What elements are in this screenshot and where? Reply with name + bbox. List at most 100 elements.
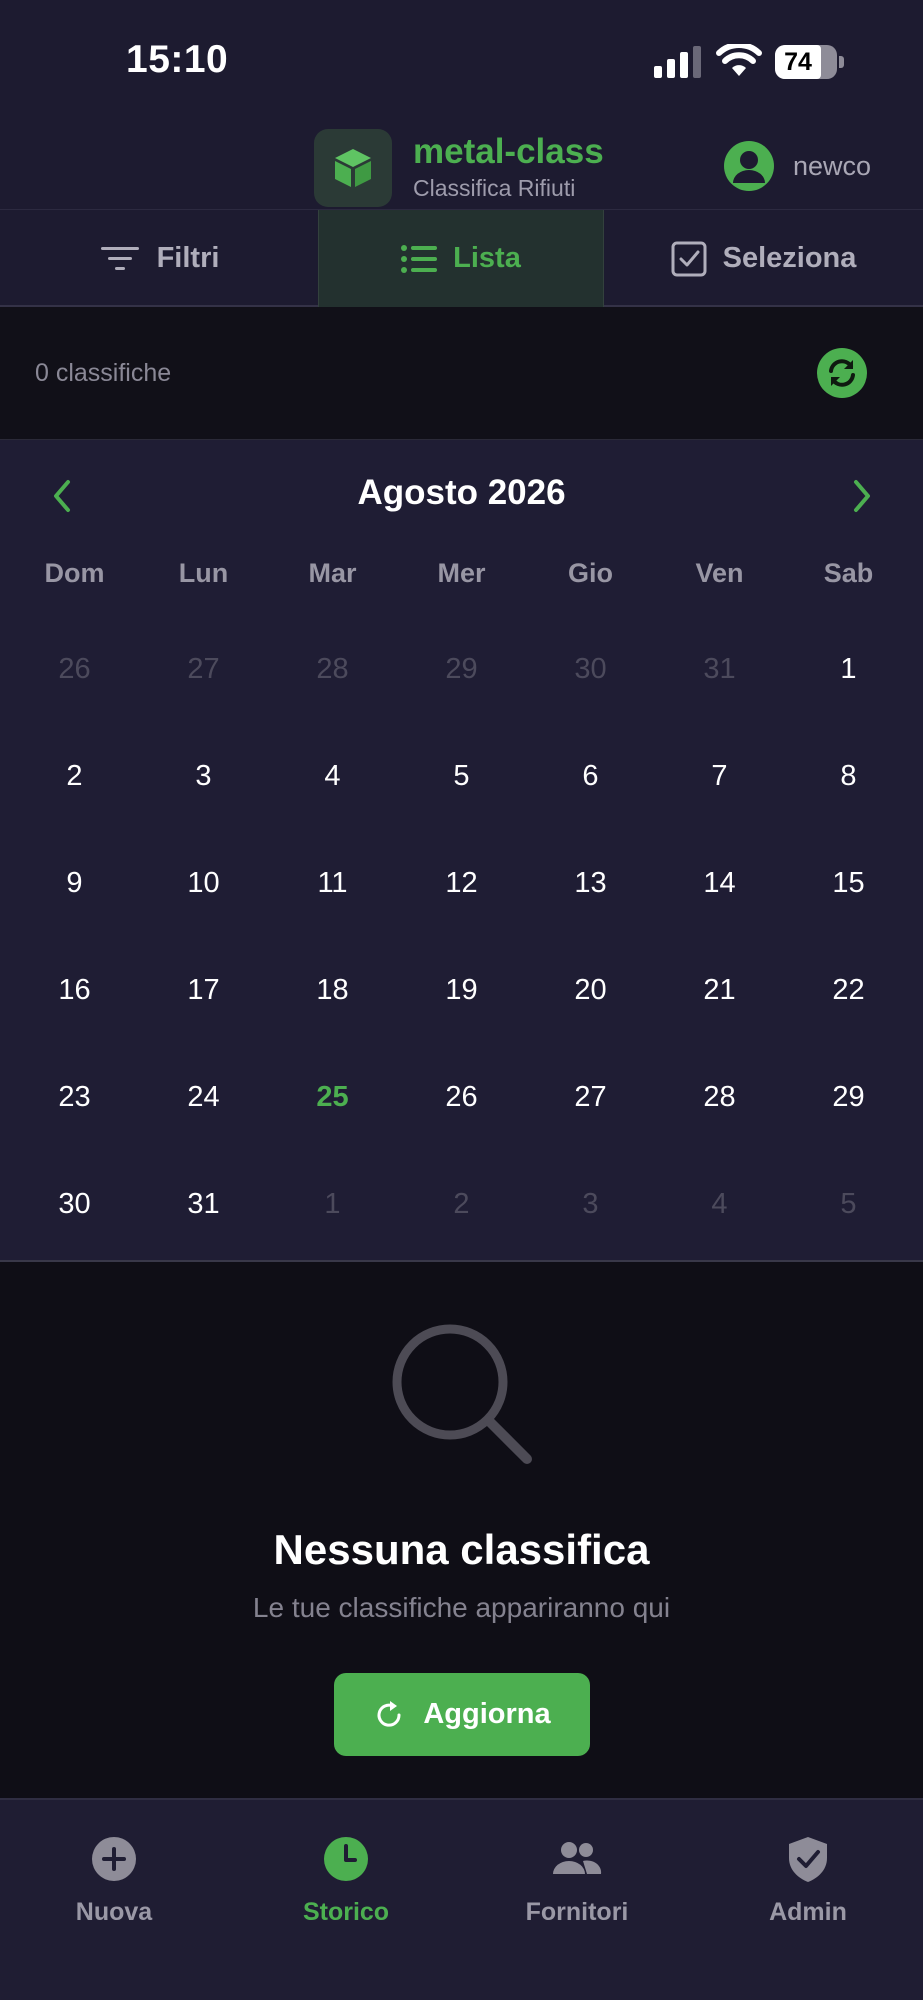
calendar-day[interactable]: 6	[526, 723, 655, 830]
app-subtitle: Classifica Rifiuti	[413, 175, 576, 201]
refresh-button[interactable]: Aggiorna	[334, 1673, 590, 1756]
calendar-day[interactable]: 14	[655, 830, 784, 937]
signal-icon	[654, 46, 701, 78]
calendar-day[interactable]: 5	[397, 723, 526, 830]
calendar-day[interactable]: 18	[268, 937, 397, 1044]
weekday-label: Gio	[568, 558, 613, 588]
sync-icon	[829, 359, 855, 387]
calendar-day[interactable]: 20	[526, 937, 655, 1044]
calendar-month: Agosto 2026	[357, 473, 566, 512]
calendar-day-today[interactable]: 25	[268, 1044, 397, 1151]
weekday-label: Mar	[308, 558, 357, 588]
refresh-icon	[373, 1699, 405, 1731]
calendar-day[interactable]: 17	[139, 937, 268, 1044]
calendar-day[interactable]: 13	[526, 830, 655, 937]
nav-fornitori[interactable]: Fornitori	[487, 1834, 667, 1927]
calendar-day[interactable]: 12	[397, 830, 526, 937]
search-icon	[392, 1324, 532, 1464]
results-bar: 0 classifiche	[0, 307, 923, 440]
weekday-label: Sab	[823, 558, 874, 588]
tab-label: Lista	[453, 242, 521, 274]
tab-lista[interactable]: Lista	[318, 210, 604, 307]
view-tabs: Filtri Lista Seleziona	[0, 210, 923, 307]
calendar-day[interactable]: 28	[655, 1044, 784, 1151]
calendar-day[interactable]: 3	[526, 1151, 655, 1258]
weekday-header: Dom Lun Mar Mer Gio Ven Sab	[10, 558, 913, 589]
shield-check-icon	[718, 1834, 898, 1884]
checkbox-icon	[671, 241, 707, 277]
sync-button[interactable]	[817, 348, 867, 398]
calendar-day[interactable]: 26	[397, 1044, 526, 1151]
calendar-day[interactable]: 29	[784, 1044, 913, 1151]
calendar-day[interactable]: 2	[10, 723, 139, 830]
calendar-day[interactable]: 26	[10, 616, 139, 723]
calendar: Agosto 2026 Dom Lun Mar Mer Gio Ven Sab …	[0, 440, 923, 1262]
battery-level: 74	[784, 48, 812, 76]
calendar-day[interactable]: 27	[139, 616, 268, 723]
calendar-day[interactable]: 1	[784, 616, 913, 723]
calendar-day[interactable]: 15	[784, 830, 913, 937]
calendar-day[interactable]: 3	[139, 723, 268, 830]
filter-icon	[99, 244, 141, 274]
calendar-day[interactable]: 2	[397, 1151, 526, 1258]
tab-seleziona[interactable]: Seleziona	[604, 210, 923, 307]
results-count: 0 classifiche	[35, 359, 172, 387]
calendar-day[interactable]: 9	[10, 830, 139, 937]
calendar-day[interactable]: 31	[139, 1151, 268, 1258]
weekday-label: Mer	[437, 558, 486, 588]
calendar-day[interactable]: 27	[526, 1044, 655, 1151]
nav-label: Storico	[302, 1898, 390, 1926]
user-name: newco	[793, 151, 872, 181]
nav-label: Fornitori	[525, 1898, 629, 1926]
calendar-day[interactable]: 30	[10, 1151, 139, 1258]
tab-filtri[interactable]: Filtri	[0, 210, 318, 307]
refresh-button-label: Aggiorna	[423, 1698, 551, 1730]
calendar-day[interactable]: 4	[268, 723, 397, 830]
app-title: metal-class	[413, 132, 604, 171]
nav-label: Nuova	[75, 1898, 153, 1926]
cube-icon	[314, 129, 392, 207]
calendar-day[interactable]: 11	[268, 830, 397, 937]
calendar-day[interactable]: 10	[139, 830, 268, 937]
list-icon	[401, 244, 438, 274]
calendar-day[interactable]: 22	[784, 937, 913, 1044]
empty-subtitle: Le tue classifiche appariranno qui	[252, 1592, 671, 1623]
calendar-day[interactable]: 8	[784, 723, 913, 830]
calendar-day[interactable]: 7	[655, 723, 784, 830]
nav-nuova[interactable]: Nuova	[24, 1834, 204, 1927]
weekday-label: Ven	[695, 558, 744, 588]
bottom-nav: Nuova Storico Fornitori Admin	[0, 1798, 923, 2000]
nav-storico[interactable]: Storico	[256, 1834, 436, 1927]
calendar-day[interactable]: 1	[268, 1151, 397, 1258]
people-icon	[487, 1834, 667, 1884]
nav-admin[interactable]: Admin	[718, 1834, 898, 1927]
tab-label: Seleziona	[722, 242, 857, 274]
nav-label: Admin	[769, 1898, 847, 1926]
tab-label: Filtri	[156, 242, 220, 274]
calendar-grid: 26 27 28 29 30 31 1 2 3 4 5 6 7 8 9 10 11 12 13 14 15 16 17 18 1…	[10, 616, 913, 1258]
calendar-day[interactable]: 23	[10, 1044, 139, 1151]
status-time: 15:10	[126, 38, 229, 81]
calendar-day[interactable]: 4	[655, 1151, 784, 1258]
plus-circle-icon	[24, 1834, 204, 1884]
calendar-day[interactable]: 29	[397, 616, 526, 723]
calendar-day[interactable]: 30	[526, 616, 655, 723]
wifi-icon	[716, 44, 762, 76]
calendar-day[interactable]: 16	[10, 937, 139, 1044]
weekday-label: Lun	[178, 558, 229, 588]
empty-title: Nessuna classifica	[273, 1526, 650, 1573]
clock-icon	[256, 1834, 436, 1884]
weekday-label: Dom	[44, 558, 105, 588]
battery-icon: 74	[775, 45, 844, 79]
avatar-icon	[724, 141, 774, 191]
calendar-day[interactable]: 21	[655, 937, 784, 1044]
app-header: metal-class Classifica Rifiuti newco	[0, 125, 923, 210]
calendar-day[interactable]: 5	[784, 1151, 913, 1258]
status-bar: 15:10 74	[0, 0, 923, 125]
empty-state: Nessuna classifica Le tue classifiche ap…	[0, 1262, 923, 1798]
calendar-day[interactable]: 31	[655, 616, 784, 723]
chevron-right-icon[interactable]	[846, 476, 876, 516]
calendar-day[interactable]: 24	[139, 1044, 268, 1151]
calendar-day[interactable]: 28	[268, 616, 397, 723]
calendar-day[interactable]: 19	[397, 937, 526, 1044]
